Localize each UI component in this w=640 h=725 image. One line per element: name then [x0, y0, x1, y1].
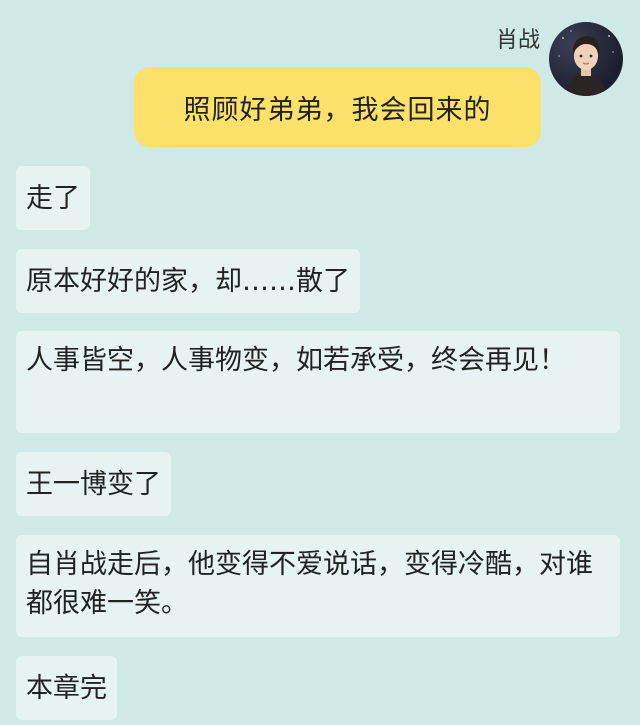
sender-avatar[interactable]	[549, 22, 623, 96]
narration-bubble: 王一博变了	[16, 452, 171, 516]
narration-bubble: 原本好好的家，却……散了	[16, 249, 360, 313]
narration-bubble: 自肖战走后，他变得不爱说话，变得冷酷，对谁都很难一笑。	[16, 535, 620, 637]
narration-bubble: 本章完	[16, 656, 117, 720]
sender-name: 肖战	[495, 28, 540, 53]
narration-bubble: 走了	[16, 166, 90, 230]
message-bubble[interactable]: 照顾好弟弟，我会回来的	[134, 67, 541, 147]
narration-bubble: 人事皆空，人事物变，如若承受，终会再见！	[16, 331, 620, 433]
avatar-portrait-icon	[558, 30, 614, 96]
